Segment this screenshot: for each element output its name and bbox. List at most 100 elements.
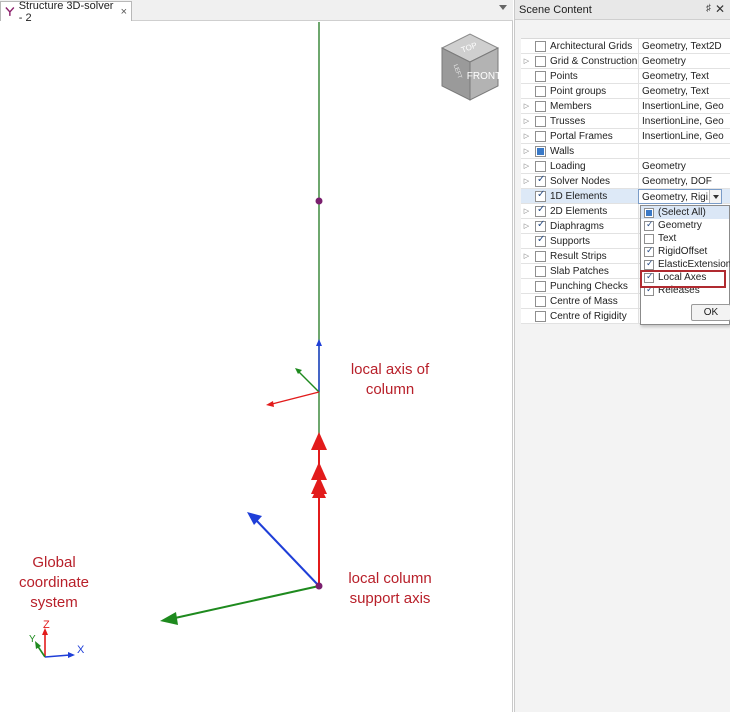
row-checkbox[interactable] [535,219,546,232]
row-name: 1D Elements [550,190,608,202]
scene-row[interactable]: ▷ Grid & Construction ... Geometry [521,54,730,69]
expand-arrow-icon[interactable]: ▷ [521,114,532,129]
scene-row[interactable]: ▷ Loading Geometry [521,159,730,174]
filter-option-checkbox[interactable] [644,258,654,270]
row-checkbox[interactable] [535,280,546,292]
row-name: Members [550,100,592,112]
ok-button[interactable]: OK [691,304,730,321]
scene-row[interactable]: Point groups Geometry, Text [521,84,730,99]
row-value: Geometry [638,54,724,69]
row-value-text: Geometry, Text2D [642,41,722,52]
row-value-text: Geometry, Rigi... [642,192,717,203]
viewport-3d[interactable]: Structure 3D-solver - 2 × TOP FRONT LEFT [0,0,513,712]
expand-arrow-icon[interactable]: ▷ [521,99,532,114]
triad-y-label: Y [29,634,36,645]
row-value-dropdown[interactable]: Geometry, Rigi... [638,189,722,204]
row-checkbox[interactable] [535,295,546,307]
row-value: Geometry, Text [638,69,724,84]
row-value-text: Geometry, Text [642,86,709,97]
annotation-local-axis-column: local axis of column [350,361,430,398]
filter-option[interactable]: (Select All) [641,206,729,219]
filter-option-label: Geometry [658,220,702,231]
row-name: Portal Frames [550,130,613,142]
support-node[interactable] [315,582,323,590]
row-checkbox[interactable] [535,130,546,142]
filter-option-checkbox[interactable] [644,207,654,218]
pin-icon[interactable]: ♯ [706,3,711,14]
filter-option[interactable]: Geometry [641,219,729,232]
row-checkbox[interactable] [535,189,546,202]
scene-row[interactable]: Architectural Grids Geometry, Text2D [521,39,730,54]
scene-row[interactable]: ▷ Solver Nodes Geometry, DOF [521,174,730,189]
filter-option-label: (Select All) [658,207,706,218]
expand-arrow-icon[interactable]: ▷ [521,204,532,219]
annotation-global-coordinate-system: Global coordinate system [18,554,90,611]
global-axis-triad: Z Y X [29,619,85,658]
filter-option-checkbox[interactable] [644,245,654,257]
row-checkbox[interactable] [535,160,546,172]
scene-row[interactable]: Points Geometry, Text [521,69,730,84]
row-value [638,144,724,159]
row-checkbox[interactable] [535,250,546,262]
row-checkbox[interactable] [535,55,546,67]
row-checkbox[interactable] [535,234,546,247]
row-value: Geometry [638,159,724,174]
expand-arrow-icon[interactable]: ▷ [521,174,532,189]
row-value: Geometry, DOF [638,174,724,189]
row-name: Diaphragms [550,220,604,232]
filter-option[interactable]: Text [641,232,729,245]
filter-option-checkbox[interactable] [644,219,654,231]
expand-arrow-icon[interactable]: ▷ [521,219,532,234]
scene-row[interactable]: ▷ Portal Frames InsertionLine, Geo... [521,129,730,144]
row-checkbox[interactable] [535,310,546,322]
row-value-text: InsertionLine, Geo... [642,131,724,142]
dropdown-arrow-icon[interactable] [709,190,721,203]
row-name: Points [550,70,578,82]
row-checkbox[interactable] [535,40,546,52]
row-value-text: Geometry [642,161,686,172]
local-axis-column [266,339,322,407]
row-value: Geometry, Text [638,84,724,99]
scene-row[interactable]: 1D Elements Geometry, Rigi... [521,189,730,204]
row-checkbox[interactable] [535,145,546,157]
filter-option[interactable]: RigidOffset [641,245,729,258]
row-name: Trusses [550,115,586,127]
triad-z-label: Z [43,619,50,631]
filter-option-checkbox[interactable] [644,233,654,244]
close-icon[interactable]: ✕ [715,2,725,16]
row-name: Walls [550,145,575,157]
expand-arrow-icon[interactable]: ▷ [521,129,532,144]
row-checkbox[interactable] [535,70,546,82]
row-checkbox[interactable] [535,115,546,127]
row-checkbox[interactable] [535,265,546,277]
row-value: InsertionLine, Geo... [638,114,724,129]
row-checkbox[interactable] [535,85,546,97]
solver-node-top[interactable] [315,197,323,205]
expand-arrow-icon[interactable]: ▷ [521,249,532,264]
scene-row[interactable]: ▷ Walls [521,144,730,159]
row-checkbox[interactable] [535,100,546,112]
expand-arrow-icon[interactable]: ▷ [521,54,532,69]
support-axis-red [311,432,327,586]
support-axis-green [160,585,320,625]
expand-arrow-icon[interactable]: ▷ [521,144,532,159]
row-checkbox[interactable] [535,204,546,217]
row-name: Grid & Construction ... [550,55,640,67]
scene-content-panel: Scene Content ♯ ✕ Architectural Grids Geo… [514,0,730,712]
expand-arrow-icon[interactable]: ▷ [521,159,532,174]
row-value-text: InsertionLine, Geo... [642,116,724,127]
scene-row[interactable]: ▷ Trusses InsertionLine, Geo... [521,114,730,129]
support-axis-blue [247,512,320,587]
row-checkbox[interactable] [535,174,546,187]
panel-title: Scene Content [519,3,592,16]
local-axes-highlight [640,270,726,288]
scene-row[interactable]: ▷ Members InsertionLine, Geo... [521,99,730,114]
row-name: Punching Checks [550,280,628,292]
